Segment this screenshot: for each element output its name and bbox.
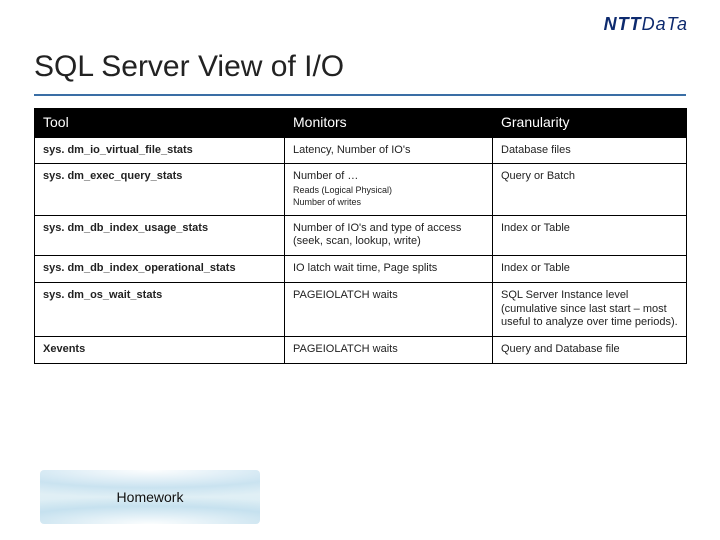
- col-header-tool: Tool: [35, 109, 285, 138]
- cell-monitors: Number of IO's and type of access (seek,…: [285, 215, 493, 256]
- cell-monitors: PAGEIOLATCH waits: [285, 282, 493, 336]
- table-row: sys. dm_db_index_operational_stats IO la…: [35, 256, 687, 283]
- cell-tool: Xevents: [35, 337, 285, 364]
- cell-tool: sys. dm_exec_query_stats: [35, 164, 285, 215]
- cell-granularity: Query and Database file: [493, 337, 687, 364]
- brand-name-bold: NTT: [604, 14, 642, 34]
- cell-monitors: PAGEIOLATCH waits: [285, 337, 493, 364]
- monitors-main: Number of …: [293, 170, 358, 182]
- cell-monitors: Number of … Reads (Logical Physical) Num…: [285, 164, 493, 215]
- cell-tool: sys. dm_io_virtual_file_stats: [35, 137, 285, 164]
- col-header-granularity: Granularity: [493, 109, 687, 138]
- monitors-main: Latency, Number of IO's: [293, 144, 410, 156]
- cell-granularity: Database files: [493, 137, 687, 164]
- cell-granularity: Index or Table: [493, 256, 687, 283]
- col-header-monitors: Monitors: [285, 109, 493, 138]
- monitors-sub: Reads (Logical Physical): [293, 185, 484, 196]
- table-row: sys. dm_io_virtual_file_stats Latency, N…: [35, 137, 687, 164]
- brand-logo: NTTDaTa: [604, 14, 688, 35]
- cell-monitors: Latency, Number of IO's: [285, 137, 493, 164]
- title-underline: [34, 94, 686, 96]
- cell-granularity: Index or Table: [493, 215, 687, 256]
- table-row: sys. dm_os_wait_stats PAGEIOLATCH waits …: [35, 282, 687, 336]
- table-row: sys. dm_exec_query_stats Number of … Rea…: [35, 164, 687, 215]
- table-header-row: Tool Monitors Granularity: [35, 109, 687, 138]
- cell-granularity: Query or Batch: [493, 164, 687, 215]
- slide: NTTDaTa SQL Server View of I/O Tool Moni…: [0, 0, 720, 540]
- table-row: Xevents PAGEIOLATCH waits Query and Data…: [35, 337, 687, 364]
- cell-tool: sys. dm_db_index_operational_stats: [35, 256, 285, 283]
- monitors-main: PAGEIOLATCH waits: [293, 289, 398, 301]
- page-title: SQL Server View of I/O: [34, 50, 344, 84]
- brand-name-light: DaTa: [642, 14, 688, 34]
- cell-monitors: IO latch wait time, Page splits: [285, 256, 493, 283]
- cell-granularity: SQL Server Instance level (cumulative si…: [493, 282, 687, 336]
- io-table: Tool Monitors Granularity sys. dm_io_vir…: [34, 108, 687, 364]
- monitors-main: Number of IO's and type of access (seek,…: [293, 222, 461, 248]
- monitors-sub: Number of writes: [293, 197, 484, 208]
- table-row: sys. dm_db_index_usage_stats Number of I…: [35, 215, 687, 256]
- monitors-main: IO latch wait time, Page splits: [293, 262, 437, 274]
- cell-tool: sys. dm_db_index_usage_stats: [35, 215, 285, 256]
- cell-tool: sys. dm_os_wait_stats: [35, 282, 285, 336]
- homework-label: Homework: [117, 489, 184, 505]
- homework-callout: Homework: [40, 470, 260, 524]
- monitors-main: PAGEIOLATCH waits: [293, 343, 398, 355]
